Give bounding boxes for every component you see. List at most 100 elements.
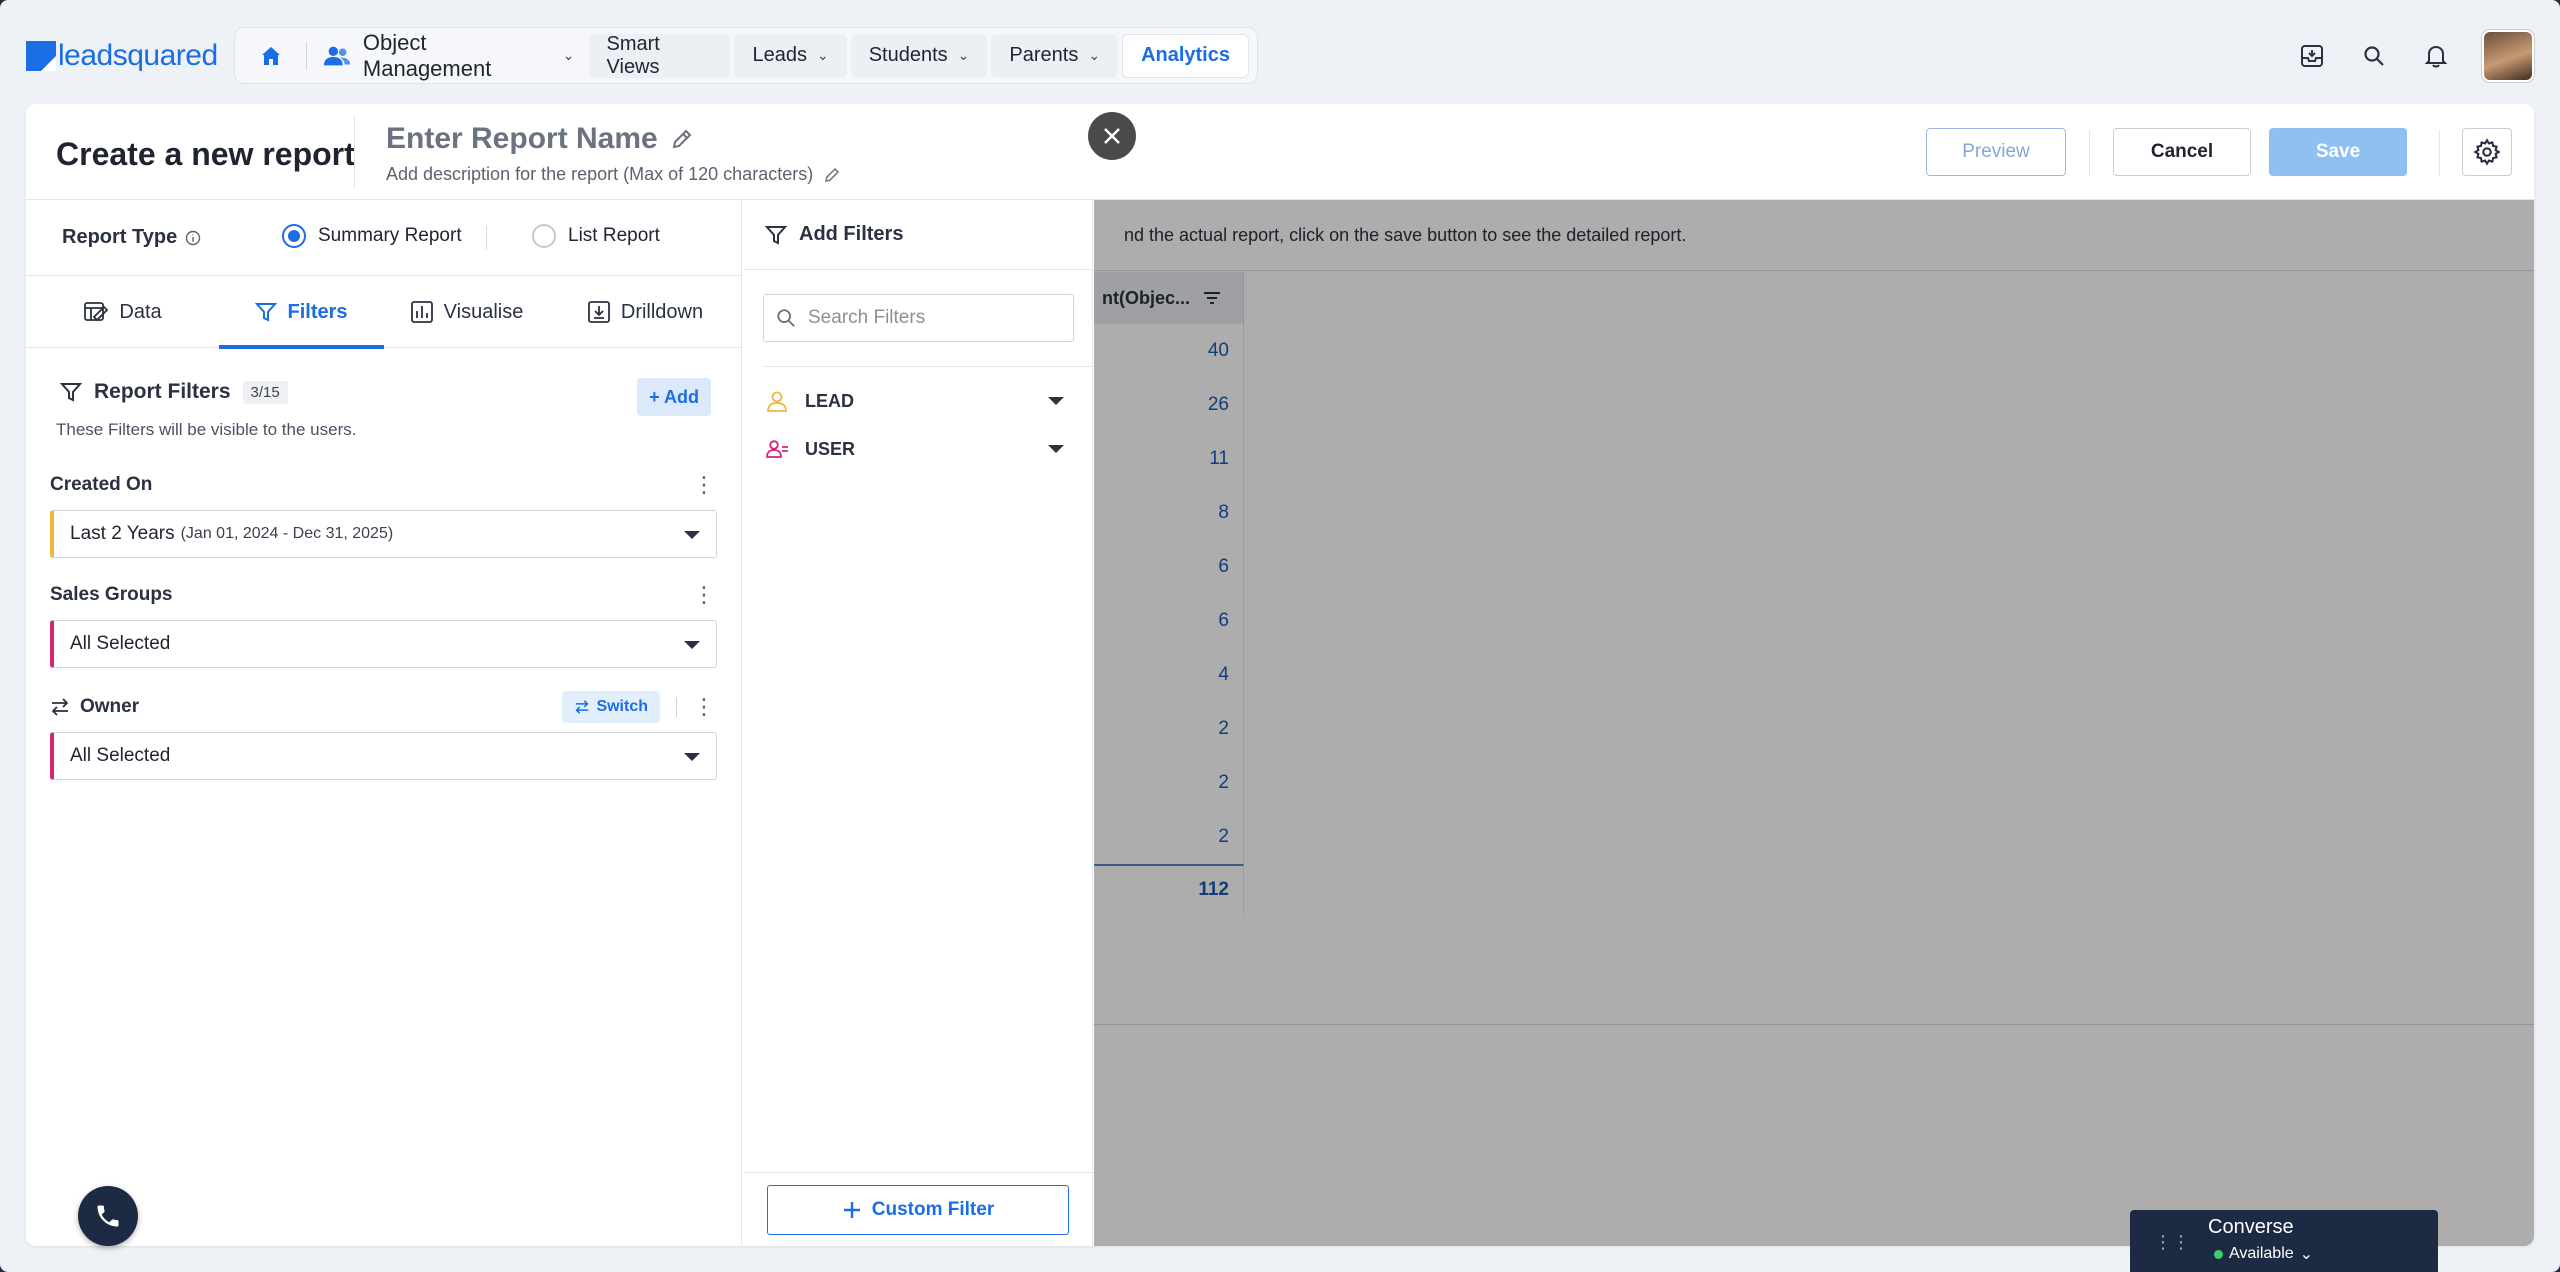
chevron-down-icon: ⌄ (816, 47, 829, 63)
header-divider (354, 116, 355, 188)
chevron-down-icon: ⌄ (2299, 1246, 2314, 1263)
phone-button[interactable] (78, 1186, 138, 1246)
filter-category-lead[interactable]: LEAD (743, 377, 1092, 425)
report-header: Create a new report Enter Report Name Ad… (26, 104, 2534, 200)
nav-item-students[interactable]: Students ⌄ (850, 33, 988, 78)
nav-item-parents[interactable]: Parents ⌄ (991, 33, 1119, 78)
nav-item-label: Students (868, 44, 948, 66)
report-description-placeholder: Add description for the report (Max of 1… (386, 164, 814, 184)
tab-data[interactable]: Data (26, 276, 219, 348)
tab-visualise[interactable]: Visualise (384, 276, 549, 348)
home-icon (262, 46, 281, 65)
info-icon[interactable] (185, 230, 201, 246)
add-filter-button[interactable]: + Add (637, 378, 711, 416)
report-builder-card: Create a new report Enter Report Name Ad… (26, 104, 2534, 1246)
report-filters-title: Report Filters (94, 380, 231, 403)
sales-groups-select[interactable]: All Selected (50, 620, 717, 668)
divider (676, 697, 677, 717)
config-tabs: Data Filters Visualise Drilldown (26, 276, 741, 349)
preview-button[interactable]: Preview (1926, 128, 2066, 176)
swap-arrows-icon (51, 698, 69, 716)
switch-button[interactable]: Switch (562, 691, 660, 723)
radio-label: List Report (568, 225, 660, 246)
converse-title: Converse (2208, 1216, 2294, 1238)
filter-count-badge: 3/15 (242, 380, 288, 404)
tab-label: Data (119, 300, 162, 323)
owner-select[interactable]: All Selected (50, 732, 717, 780)
modal-overlay[interactable] (1094, 200, 2534, 1246)
lead-user-icon (767, 391, 787, 412)
users-icon (323, 46, 350, 65)
save-button[interactable]: Save (2269, 128, 2407, 176)
object-management-menu[interactable]: Object Management ⌄ (313, 30, 585, 81)
search-icon (777, 309, 795, 327)
radio-label: Summary Report (318, 225, 462, 246)
report-filters-subtitle: These Filters will be visible to the use… (56, 420, 357, 439)
list-report-radio[interactable]: List Report (532, 224, 660, 248)
nav-item-smart-views[interactable]: Smart Views (588, 32, 731, 78)
close-panel-button[interactable] (1088, 112, 1136, 160)
tab-filters[interactable]: Filters (219, 276, 384, 349)
tab-label: Visualise (443, 300, 524, 323)
filter-category-user[interactable]: USER (743, 425, 1092, 473)
divider (763, 366, 1092, 367)
caret-down-icon (684, 641, 700, 649)
caret-down-icon (684, 753, 700, 761)
kebab-menu-icon[interactable]: ⋮ (693, 474, 715, 496)
select-date-range: (Jan 01, 2024 - Dec 31, 2025) (180, 525, 394, 542)
status-label: Available (2229, 1245, 2294, 1262)
custom-filter-label: Custom Filter (871, 1199, 995, 1220)
converse-widget[interactable]: ⋮⋮ Converse Available ⌄ (2130, 1210, 2438, 1272)
inbox-button[interactable] (2296, 40, 2328, 72)
drag-handle-icon[interactable]: ⋮⋮ (2154, 1232, 2190, 1253)
notifications-button[interactable] (2420, 40, 2452, 72)
chevron-down-icon: ⌄ (1088, 47, 1101, 63)
main-nav-bar: Object Management ⌄ Smart Views Leads ⌄ S… (234, 27, 1258, 84)
chevron-down-icon: ⌄ (562, 47, 575, 63)
logo-text-a: lead (58, 39, 113, 72)
kebab-menu-icon[interactable]: ⋮ (693, 584, 715, 606)
cancel-button[interactable]: Cancel (2113, 128, 2251, 176)
nav-item-leads[interactable]: Leads ⌄ (734, 33, 847, 78)
search-filters-input[interactable] (808, 307, 1038, 329)
kebab-menu-icon[interactable]: ⋮ (693, 696, 715, 718)
add-filters-panel: Add Filters LEAD USER Custom Filter (743, 200, 1093, 1246)
filter-owner: Owner Switch ⋮ All Selected (50, 691, 717, 780)
add-filters-title: Add Filters (799, 223, 904, 245)
filter-icon (60, 383, 82, 402)
logo-mark-icon (26, 41, 56, 71)
filter-icon (255, 303, 278, 322)
report-name-field[interactable]: Enter Report Name (386, 122, 694, 156)
radio-unselected-icon (532, 224, 556, 248)
converse-status[interactable]: Available ⌄ (2214, 1244, 2313, 1264)
edit-pencil-icon[interactable] (823, 166, 841, 184)
swap-arrows-icon (575, 700, 589, 714)
user-avatar[interactable] (2482, 30, 2534, 82)
radio-selected-icon (282, 224, 306, 248)
report-description-field[interactable]: Add description for the report (Max of 1… (386, 164, 841, 185)
edit-pencil-icon[interactable] (670, 127, 694, 151)
settings-button[interactable] (2462, 128, 2512, 176)
custom-filter-button[interactable]: Custom Filter (767, 1185, 1069, 1235)
gear-icon (2473, 138, 2501, 166)
report-config-panel: Report Type Summary Report List Report D… (26, 200, 742, 1246)
tab-drilldown[interactable]: Drilldown (549, 276, 741, 348)
summary-report-radio[interactable]: Summary Report (282, 224, 462, 248)
nav-item-label: Smart Views (606, 32, 660, 78)
home-button[interactable] (243, 34, 300, 78)
phone-icon (97, 1205, 119, 1227)
add-filters-header: Add Filters (743, 200, 1092, 270)
created-on-select[interactable]: Last 2 Years (Jan 01, 2024 - Dec 31, 202… (50, 510, 717, 558)
caret-down-icon (684, 531, 700, 539)
nav-item-analytics[interactable]: Analytics (1122, 33, 1249, 78)
search-button[interactable] (2358, 40, 2390, 72)
leadsquared-logo[interactable]: leadsquared (26, 36, 218, 76)
chart-icon (410, 301, 433, 323)
drilldown-icon (587, 301, 610, 323)
search-icon (2364, 46, 2384, 66)
bell-icon (2425, 45, 2447, 68)
close-icon (1104, 128, 1120, 144)
logo-text-b: squared (112, 39, 218, 72)
filter-created-on: Created On ⋮ Last 2 Years (Jan 01, 2024 … (50, 470, 717, 558)
search-filters-box (763, 294, 1074, 342)
